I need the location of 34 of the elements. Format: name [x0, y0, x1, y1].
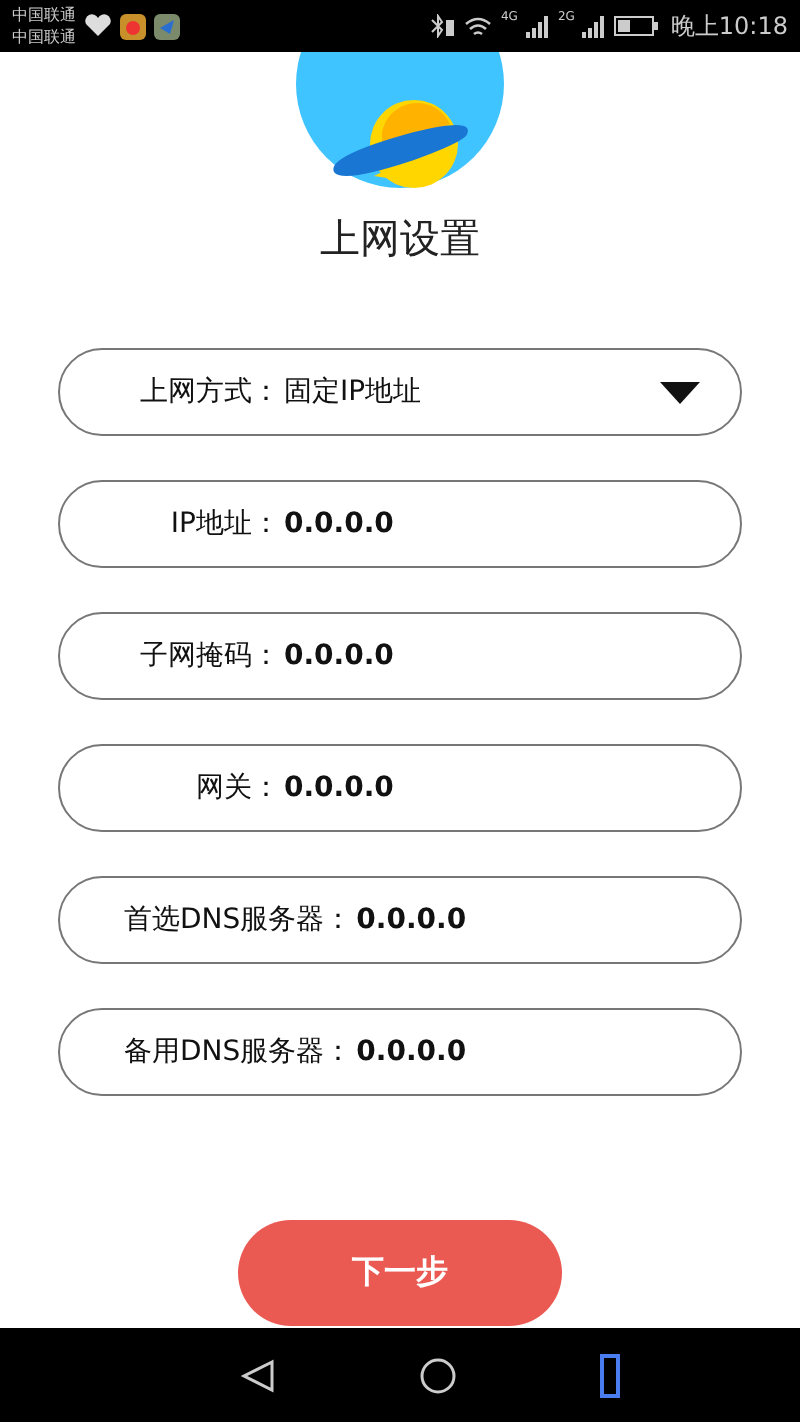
clock: 晚上10:18: [670, 9, 788, 43]
carrier-name: 中国联通: [12, 26, 76, 48]
field-label: 子网掩码：: [138, 638, 280, 674]
carrier-name: 中国联通: [12, 4, 76, 26]
input-field[interactable]: 网关：0.0.0.0: [58, 744, 742, 832]
send-icon: [154, 13, 180, 39]
field-label: 网关：: [194, 770, 280, 806]
dropdown-field[interactable]: 上网方式：固定IP地址: [58, 348, 742, 436]
input-field[interactable]: 首选DNS服务器：0.0.0.0: [58, 876, 742, 964]
signal-icon: [525, 15, 550, 37]
input-field[interactable]: IP地址：0.0.0.0: [58, 480, 742, 568]
field-value: 固定IP地址: [284, 374, 424, 410]
field-value: 0.0.0.0: [284, 640, 394, 672]
back-icon[interactable]: [240, 1357, 276, 1393]
recent-apps-icon[interactable]: [600, 1353, 620, 1397]
signal-icon: [582, 15, 607, 37]
home-icon[interactable]: [420, 1357, 456, 1393]
field-value: 0.0.0.0: [356, 1036, 467, 1068]
field-label: IP地址：: [168, 506, 280, 542]
field-value: 0.0.0.0: [284, 772, 394, 804]
caret-icon: [660, 381, 700, 403]
field-label: 上网方式：: [138, 374, 280, 410]
field-label: 备用DNS服务器：: [124, 1034, 353, 1070]
page-title: 上网设置: [320, 212, 480, 266]
input-field[interactable]: 备用DNS服务器：0.0.0.0: [58, 1008, 742, 1096]
heart-icon: [84, 14, 112, 38]
battery-icon: [614, 16, 659, 36]
bluetooth-icon: [428, 14, 457, 38]
field-label: 首选DNS服务器：: [124, 902, 353, 938]
field-value: 0.0.0.0: [284, 508, 394, 540]
input-field[interactable]: 子网掩码：0.0.0.0: [58, 612, 742, 700]
field-value: 0.0.0.0: [356, 904, 467, 936]
wifi-icon: [464, 15, 493, 37]
app-icon: [120, 13, 146, 39]
